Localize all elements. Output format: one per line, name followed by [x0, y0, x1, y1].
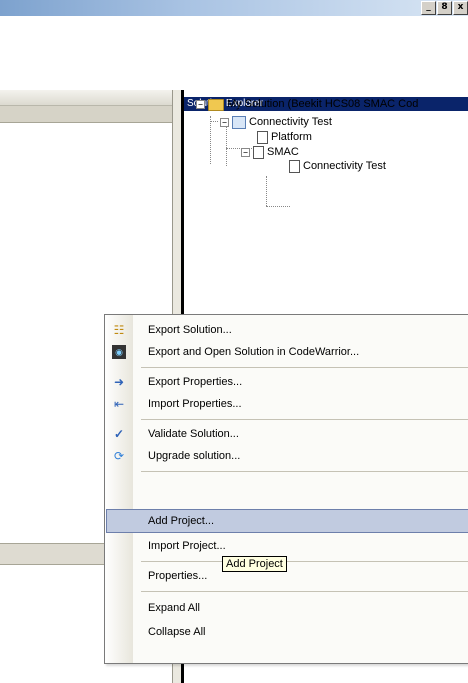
tree-node-label: Connectivity Test — [249, 116, 332, 128]
menu-item-label: Expand All — [148, 602, 200, 614]
window-titlebar: _ 8 x — [0, 0, 468, 16]
folder-open-icon — [208, 98, 224, 111]
import-properties-icon: ⇤ — [113, 397, 125, 411]
tooltip: Add Project — [222, 556, 287, 572]
blank-icon — [112, 569, 126, 583]
collapse-icon[interactable]: − — [241, 148, 250, 157]
menu-item-upgrade-solution[interactable]: ⟳ Upgrade solution... — [107, 445, 468, 467]
menu-item-collapse-all[interactable]: Collapse All — [107, 621, 468, 643]
collapse-icon[interactable]: − — [220, 118, 229, 127]
codewarrior-icon: ◉ — [112, 345, 126, 359]
menu-separator — [141, 419, 468, 420]
collapse-icon[interactable]: − — [196, 100, 205, 109]
menu-item-label: Validate Solution... — [148, 428, 239, 440]
blank-icon — [112, 625, 126, 639]
tree-node-project[interactable]: − Connectivity Test — [220, 116, 332, 129]
tree-connector — [210, 121, 218, 122]
file-icon — [257, 131, 268, 144]
tree-node-smac-connectivity[interactable]: Connectivity Test — [289, 160, 386, 173]
menu-item-label: Upgrade solution... — [148, 450, 241, 462]
menu-item-expand-all[interactable]: Expand All — [107, 597, 468, 619]
restore-button[interactable]: 8 — [437, 1, 452, 15]
window-controls: _ 8 x — [421, 1, 468, 15]
menu-item-label: Import Project... — [148, 540, 226, 552]
menu-item-properties[interactable]: Properties... — [107, 565, 468, 587]
menu-item-label: Add Project... — [148, 515, 215, 527]
tree-connector — [266, 206, 290, 207]
context-menu: ☷ Export Solution... ◉ Export and Open S… — [104, 314, 468, 664]
tree-node-label: SMAC — [267, 146, 299, 158]
tree-node-label: My Solution (Beekit HCS08 SMAC Cod — [227, 98, 419, 110]
menu-item-export-open-codewarrior[interactable]: ◉ Export and Open Solution in CodeWarrio… — [107, 341, 468, 363]
menu-item-add-project[interactable]: Add Project... — [106, 509, 468, 533]
menu-separator — [141, 561, 468, 562]
menu-item-label: Collapse All — [148, 626, 206, 638]
menu-item-label: Properties... — [148, 570, 208, 582]
export-solution-icon: ☷ — [113, 323, 125, 337]
menu-item-label: Export and Open Solution in CodeWarrior.… — [148, 346, 360, 358]
menu-item-validate-solution[interactable]: ✓ Validate Solution... — [107, 423, 468, 445]
document-panel-header — [0, 90, 172, 106]
file-icon — [253, 146, 264, 159]
tree-connector — [266, 176, 267, 206]
checkmark-icon: ✓ — [113, 427, 125, 441]
close-button[interactable]: x — [453, 1, 468, 15]
menu-separator — [141, 367, 468, 368]
project-icon — [232, 116, 246, 129]
menu-item-export-properties[interactable]: ➜ Export Properties... — [107, 371, 468, 393]
blank-icon — [112, 601, 126, 615]
blank-icon — [112, 539, 126, 553]
menu-separator — [141, 471, 468, 472]
file-icon — [289, 160, 300, 173]
export-properties-icon: ➜ — [113, 375, 125, 389]
tree-node-label: Platform — [271, 131, 312, 143]
tree-node-platform[interactable]: Platform — [257, 131, 312, 144]
minimize-button[interactable]: _ — [421, 1, 436, 15]
menu-item-export-solution[interactable]: ☷ Export Solution... — [107, 319, 468, 341]
menu-item-label: Export Properties... — [148, 376, 243, 388]
menu-separator — [141, 591, 468, 592]
menu-item-import-project[interactable]: Import Project... — [107, 535, 468, 557]
blank-icon — [112, 514, 126, 528]
tree-node-smac[interactable]: − SMAC — [241, 146, 299, 159]
menu-item-label: Import Properties... — [148, 398, 242, 410]
tree-node-label: Connectivity Test — [303, 160, 386, 172]
document-panel-tabs — [0, 106, 172, 123]
tree-node-solution[interactable]: − My Solution (Beekit HCS08 SMAC Cod — [196, 98, 418, 111]
tree-connector — [210, 116, 211, 164]
toolbar-area — [0, 16, 468, 88]
menu-item-import-properties[interactable]: ⇤ Import Properties... — [107, 393, 468, 415]
upgrade-icon: ⟳ — [113, 449, 125, 463]
menu-item-label: Export Solution... — [148, 324, 232, 336]
